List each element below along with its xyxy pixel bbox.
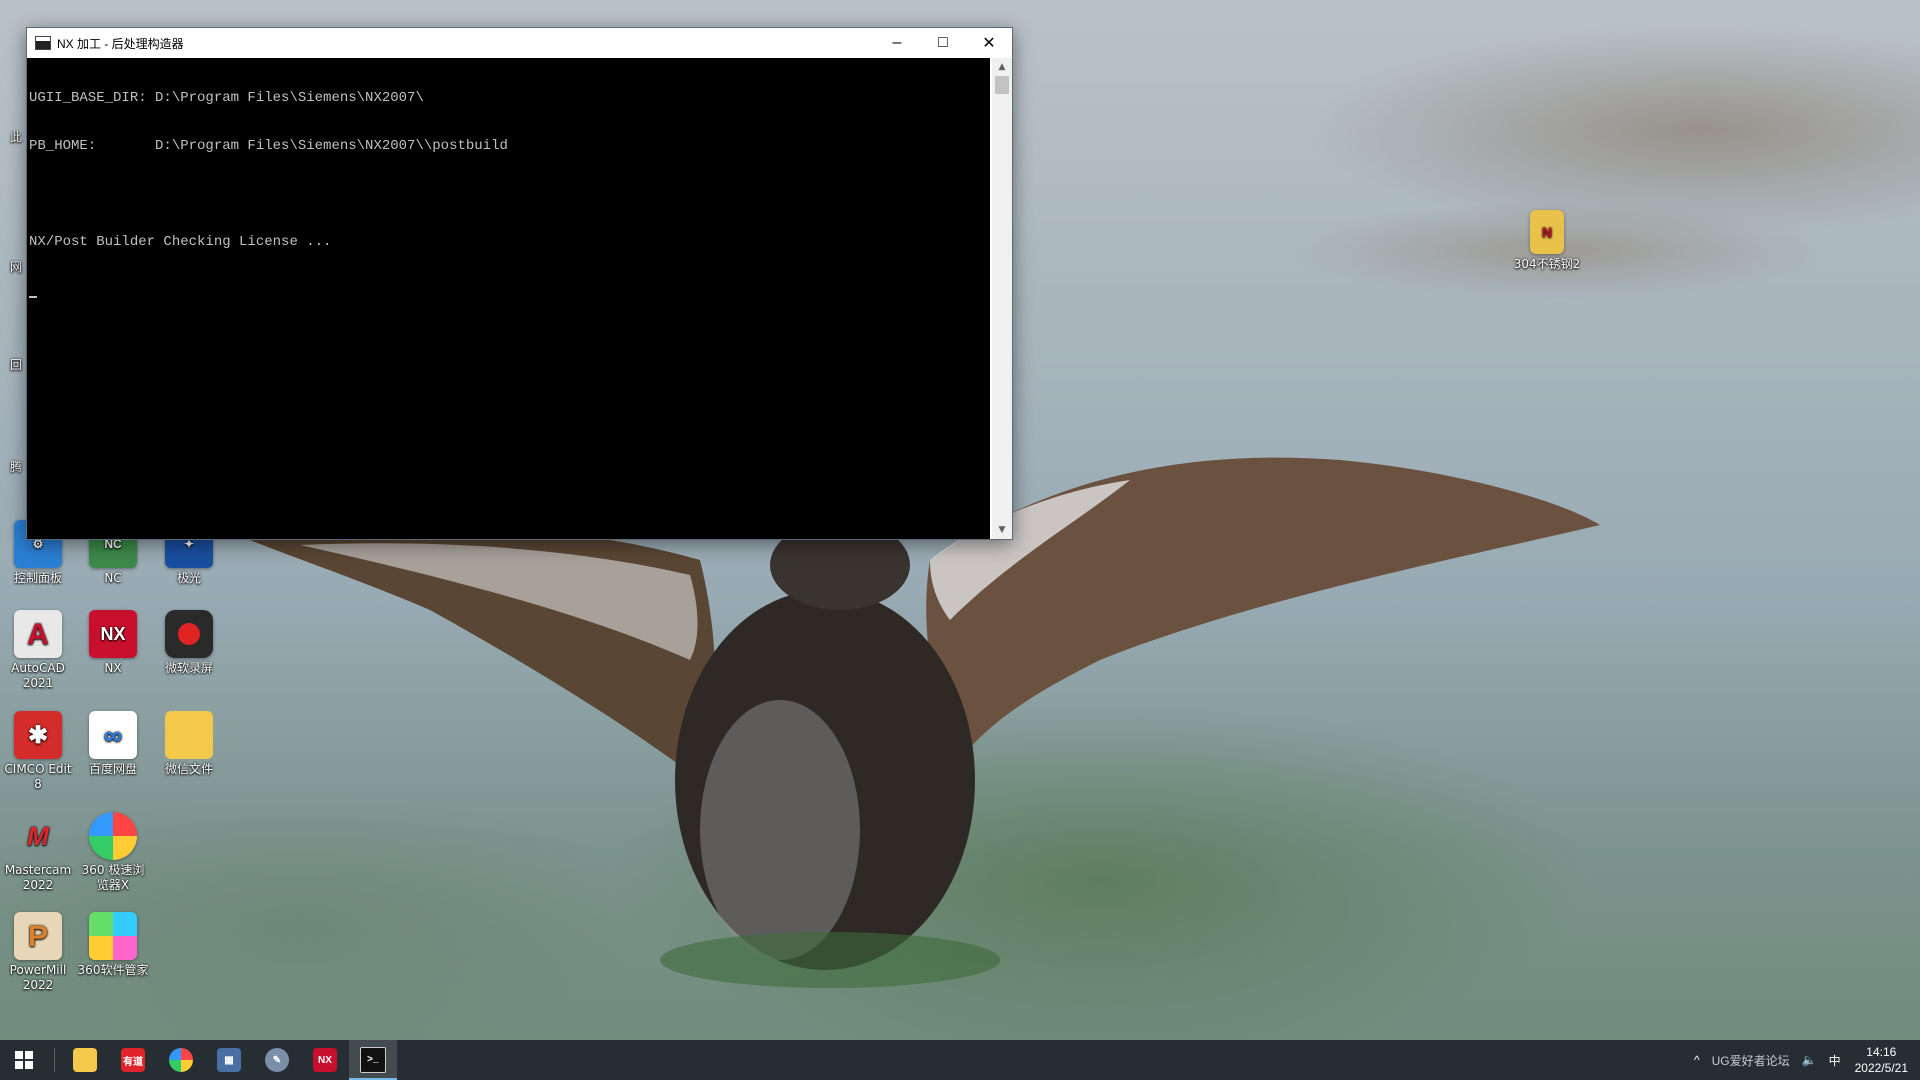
desktop-icon-cimco[interactable]: ✱ CIMCO Edit 8	[1, 711, 75, 792]
taskbar-calculator[interactable]: ▦	[205, 1040, 253, 1080]
taskbar-360-browser[interactable]	[157, 1040, 205, 1080]
archive-file-icon: N	[1530, 210, 1564, 254]
window-title: NX 加工 - 后处理构造器	[57, 36, 184, 51]
nx-icon: NX	[313, 1048, 337, 1072]
desktop-icon-baidu-netdisk[interactable]: ∞ 百度网盘	[76, 711, 150, 777]
powermill-icon: P	[14, 912, 62, 960]
desktop-icon-autocad[interactable]: A AutoCAD 2021	[1, 610, 75, 691]
console-window[interactable]: NX 加工 - 后处理构造器 – □ ✕ UGII_BASE_DIR: D:\P…	[26, 27, 1013, 540]
desktop-icon-label: 微软录屏	[164, 661, 213, 675]
console-line: UGII_BASE_DIR: D:\Program Files\Siemens\…	[29, 90, 424, 106]
text-cursor	[29, 296, 37, 298]
ime-indicator[interactable]: 中	[1829, 1052, 1841, 1069]
taskbar-file-explorer[interactable]	[61, 1040, 109, 1080]
desktop-icon-360-browser[interactable]: 360 极速浏览器X	[76, 812, 150, 893]
start-button[interactable]	[0, 1040, 48, 1080]
calculator-icon: ▦	[217, 1048, 241, 1072]
desktop-icon-label: 360 极速浏览器X	[81, 863, 145, 892]
clock-time: 14:16	[1866, 1045, 1897, 1059]
youdao-icon: 有道	[121, 1048, 145, 1072]
taskbar-nx[interactable]: NX	[301, 1040, 349, 1080]
desktop-icon-label: PowerMill 2022	[9, 963, 67, 992]
tray-expand-icon[interactable]: ^	[1694, 1053, 1700, 1067]
maximize-button[interactable]: □	[920, 28, 966, 58]
volume-icon[interactable]: 🔈	[1802, 1053, 1817, 1067]
scroll-down-arrow-icon[interactable]: ▼	[992, 521, 1012, 539]
clock[interactable]: 14:16 2022/5/21	[1855, 1044, 1908, 1076]
desktop-icon-powermill[interactable]: P PowerMill 2022	[1, 912, 75, 993]
desktop-icon-label: 极光	[176, 571, 201, 585]
desktop-icon-label: 控制面板	[13, 571, 62, 585]
browser-360-icon	[169, 1048, 193, 1072]
autocad-icon: A	[14, 610, 62, 658]
desktop-icon-archive-file[interactable]: N 304不锈钢2	[1510, 210, 1584, 272]
minimize-button[interactable]: –	[874, 28, 920, 58]
desktop-icon-360-software-manager[interactable]: 360软件管家	[76, 912, 150, 978]
console-output[interactable]: UGII_BASE_DIR: D:\Program Files\Siemens\…	[27, 58, 990, 539]
tray-watermark: UG爱好者论坛	[1711, 1053, 1790, 1068]
clock-date: 2022/5/21	[1854, 1061, 1908, 1075]
desktop-icon-wechat-files[interactable]: 微信文件	[152, 711, 226, 777]
nx-icon: NX	[89, 610, 137, 658]
scroll-up-arrow-icon[interactable]: ▲	[992, 58, 1012, 76]
console-cursor-line	[29, 282, 990, 298]
cimco-icon: ✱	[14, 711, 62, 759]
taskbar-separator	[54, 1048, 55, 1072]
desktop-icon-label: Mastercam 2022	[4, 863, 72, 892]
window-titlebar[interactable]: NX 加工 - 后处理构造器 – □ ✕	[27, 28, 1012, 58]
desktop-icon-label: NC	[104, 571, 122, 585]
desktop-icon-label: 360软件管家	[77, 963, 149, 977]
console-icon	[35, 36, 51, 50]
desktop-icon-label: 微信文件	[164, 762, 213, 776]
taskbar: 有道 ▦ ✎ NX >_ ^ UG爱好者论坛 🔈 中 14:16 2022/5/…	[0, 1040, 1920, 1080]
screen-recorder-icon	[165, 610, 213, 658]
taskbar-paint[interactable]: ✎	[253, 1040, 301, 1080]
taskbar-youdao[interactable]: 有道	[109, 1040, 157, 1080]
desktop-icon-nx[interactable]: NX NX	[76, 610, 150, 676]
desktop-icon-label: AutoCAD 2021	[11, 661, 65, 690]
console-line: NX/Post Builder Checking License ...	[29, 234, 332, 250]
windows-start-icon	[15, 1051, 33, 1069]
software-manager-360-icon	[89, 912, 137, 960]
desktop-icon-mastercam[interactable]: M Mastercam 2022	[1, 812, 75, 893]
close-button[interactable]: ✕	[966, 28, 1012, 58]
console-icon: >_	[360, 1047, 386, 1073]
desktop-icon-label: CIMCO Edit 8	[4, 762, 72, 791]
folder-icon	[73, 1048, 97, 1072]
desktop-icon-label: 304不锈钢2	[1513, 257, 1581, 271]
scrollbar-thumb[interactable]	[995, 76, 1009, 94]
taskbar-console[interactable]: >_	[349, 1040, 397, 1080]
vertical-scrollbar[interactable]: ▲ ▼	[992, 58, 1012, 539]
system-tray: ^ UG爱好者论坛 🔈 中 14:16 2022/5/21	[1688, 1040, 1920, 1080]
folder-icon	[165, 711, 213, 759]
desktop-icon-label: 百度网盘	[88, 762, 137, 776]
mastercam-icon: M	[27, 820, 49, 851]
browser-360-icon	[89, 812, 137, 860]
paint-icon: ✎	[265, 1048, 289, 1072]
desktop-icon-screen-recorder[interactable]: 微软录屏	[152, 610, 226, 676]
desktop-icon-label: NX	[104, 661, 122, 675]
baidu-netdisk-icon: ∞	[89, 711, 137, 759]
console-line: PB_HOME: D:\Program Files\Siemens\NX2007…	[29, 138, 508, 154]
